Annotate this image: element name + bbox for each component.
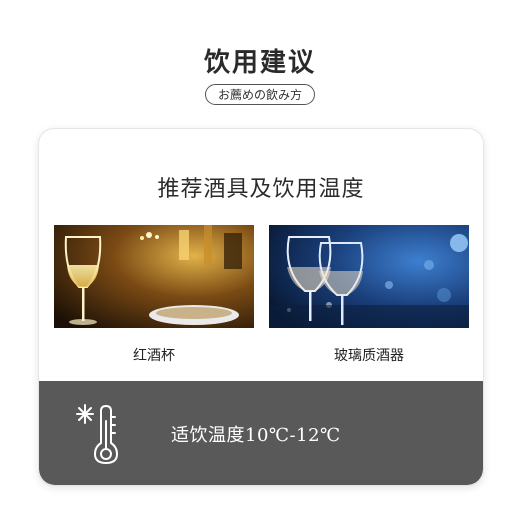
thermometer-snowflake-icon (75, 403, 123, 465)
page-header-subtitle-badge: お薦めの飲み方 (204, 84, 316, 105)
drinking-temperature-text: 适饮温度10℃-12℃ (171, 425, 341, 446)
glass-caption-glassware: 玻璃质酒器 (334, 348, 404, 364)
card-title: 推荐酒具及饮用温度 (157, 177, 365, 202)
temperature-bar: 适饮温度10℃-12℃ (39, 381, 483, 485)
page-header-title: 饮用建议 (203, 48, 316, 78)
glass-caption-red-wine: 红酒杯 (133, 348, 175, 364)
red-wine-glass-photo (54, 225, 254, 328)
glassware-photo (269, 225, 469, 328)
recommendation-card: 推荐酒具及饮用温度 红酒杯 玻璃质酒器 适饮温度10℃-12℃ (38, 128, 484, 486)
